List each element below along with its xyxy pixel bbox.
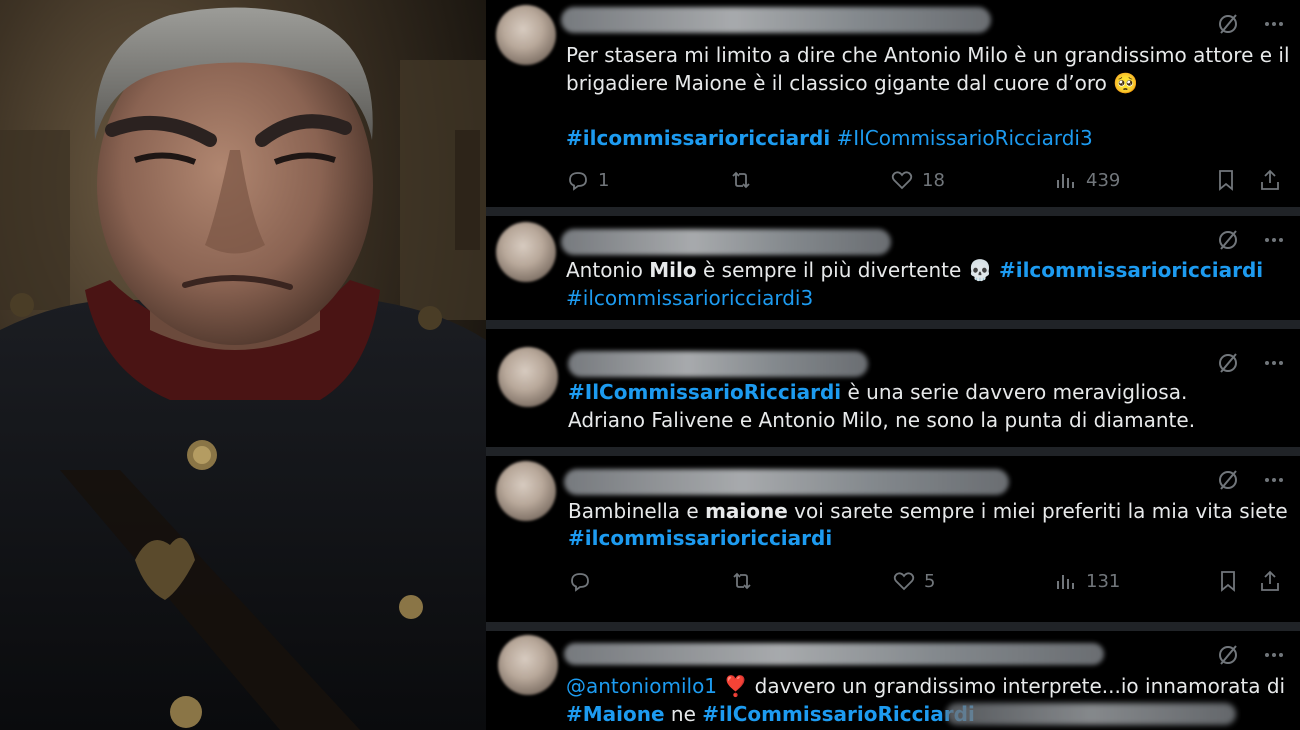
like-icon: [891, 171, 913, 190]
tweet-text-line2: #ilcommissarioricciardi: [568, 525, 832, 552]
tweet-hashtags: #ilcommissarioricciardi #IlCommissarioRi…: [566, 125, 1093, 152]
retweet-icon: [733, 572, 751, 590]
redacted-username: [568, 351, 868, 377]
like-count: 5: [924, 570, 936, 592]
redacted-username: [564, 469, 1009, 495]
views-icon: [1057, 575, 1074, 589]
reply-icon: [571, 573, 589, 592]
like-icon: [893, 572, 915, 591]
tweet-text-line2: Adriano Falivene e Antonio Milo, ne sono…: [568, 408, 1196, 432]
tweet-3[interactable]: #IlCommissarioRicciardi è una serie davv…: [486, 329, 1300, 447]
share-icon: [1261, 570, 1279, 591]
tweet-4[interactable]: Bambinella e maione voi sarete sempre i …: [486, 456, 1300, 622]
hashtag-link[interactable]: #ilCommissarioRicciardi: [702, 702, 975, 726]
retweet-button[interactable]: [729, 168, 753, 192]
share-button[interactable]: [1258, 569, 1282, 593]
actor-photo: [0, 0, 486, 730]
bold-span: Milo: [649, 258, 697, 282]
bookmark-icon: [1221, 571, 1235, 592]
more-icon[interactable]: [1262, 468, 1286, 492]
divider: [486, 447, 1300, 456]
reply-icon: [569, 172, 587, 191]
tweet-menu: [1216, 468, 1286, 492]
more-icon[interactable]: [1262, 351, 1286, 375]
text-span: davvero un grandissimo interprete...io i…: [748, 674, 1286, 698]
bold-span: maione: [705, 499, 788, 523]
grok-slash-icon[interactable]: [1216, 643, 1240, 667]
tweet-actions: 5 131: [564, 569, 1284, 597]
tweet-menu: [1216, 351, 1286, 375]
avatar[interactable]: [496, 5, 556, 65]
text-span: voi sarete sempre i miei preferiti la mi…: [787, 499, 1288, 523]
text-span: è sempre il più divertente 💀: [696, 258, 999, 282]
hashtag-link[interactable]: #IlCommissarioRicciardi3: [837, 126, 1093, 150]
tweet-5[interactable]: @antoniomilo1 ❣️ davvero un grandissimo …: [486, 631, 1300, 730]
redacted-username: [561, 229, 891, 255]
like-count: 18: [922, 169, 945, 191]
reply-button[interactable]: [568, 569, 592, 593]
more-icon[interactable]: [1262, 643, 1286, 667]
hashtag-link[interactable]: #ilcommissarioricciardi: [999, 258, 1263, 282]
actor-portrait-illustration: [0, 0, 486, 730]
heart-emoji: ❣️: [723, 674, 749, 698]
bookmark-button[interactable]: [1214, 168, 1238, 192]
divider: [486, 320, 1300, 329]
tweet-1[interactable]: Per stasera mi limito a dire che Antonio…: [486, 0, 1300, 207]
hashtag-link[interactable]: #ilcommissarioricciardi3: [566, 286, 813, 310]
tweet-menu: [1216, 12, 1286, 36]
text-span: Antonio: [566, 258, 650, 282]
redacted-text: [946, 703, 1236, 725]
grok-slash-icon[interactable]: [1216, 351, 1240, 375]
grok-slash-icon[interactable]: [1216, 228, 1240, 252]
tweet-text-line2: #Maione ne #ilCommissarioRicciardi: [566, 701, 975, 728]
views-button[interactable]: 131: [1054, 569, 1120, 593]
divider: [486, 622, 1300, 631]
share-button[interactable]: [1258, 168, 1282, 192]
tweet-actions: 1 18 439: [564, 168, 1284, 196]
tweet-text-line1: #IlCommissarioRicciardi è una serie davv…: [568, 379, 1187, 406]
tweet-menu: [1216, 643, 1286, 667]
text-span: è una serie davvero meravigliosa.: [841, 380, 1188, 404]
divider: [486, 207, 1300, 216]
reply-count: 1: [598, 169, 610, 191]
more-icon[interactable]: [1262, 228, 1286, 252]
tweet-2[interactable]: Antonio Milo è sempre il più divertente …: [486, 216, 1300, 320]
tweet-text-line1: Bambinella e maione voi sarete sempre i …: [568, 498, 1288, 525]
hashtag-link[interactable]: #ilcommissarioricciardi: [568, 526, 832, 550]
avatar[interactable]: [496, 222, 556, 282]
views-count: 439: [1086, 169, 1121, 191]
redacted-username: [561, 7, 991, 33]
more-icon[interactable]: [1262, 12, 1286, 36]
hashtag-link[interactable]: #IlCommissarioRicciardi: [568, 380, 841, 404]
like-button[interactable]: 18: [890, 168, 945, 192]
views-count: 131: [1086, 570, 1121, 592]
bookmark-button[interactable]: [1216, 569, 1240, 593]
text-span: Bambinella e: [568, 499, 706, 523]
grok-slash-icon[interactable]: [1216, 12, 1240, 36]
hashtag-link[interactable]: #ilcommissarioricciardi: [566, 126, 830, 150]
tweet-text-line1: @antoniomilo1 ❣️ davvero un grandissimo …: [566, 673, 1285, 700]
tweet-text-line1: Per stasera mi limito a dire che Antonio…: [566, 43, 1290, 67]
grok-slash-icon[interactable]: [1216, 468, 1240, 492]
views-icon: [1057, 174, 1074, 188]
redacted-username: [564, 643, 1104, 665]
reply-button[interactable]: 1: [566, 168, 609, 192]
tweet-feed: Per stasera mi limito a dire che Antonio…: [486, 0, 1300, 730]
text-span: ne: [664, 702, 703, 726]
mention-link[interactable]: @antoniomilo1: [566, 674, 717, 698]
hashtag-link[interactable]: #Maione: [566, 702, 665, 726]
tweet-menu: [1216, 228, 1286, 252]
avatar[interactable]: [496, 461, 556, 521]
avatar[interactable]: [498, 635, 558, 695]
avatar[interactable]: [498, 347, 558, 407]
like-button[interactable]: 5: [892, 569, 935, 593]
retweet-icon: [732, 171, 750, 189]
bookmark-icon: [1219, 170, 1233, 191]
tweet-text-line1: Antonio Milo è sempre il più divertente …: [566, 257, 1263, 284]
share-icon: [1261, 169, 1279, 190]
tweet-text-line2: brigadiere Maione è il classico gigante …: [566, 71, 1139, 95]
views-button[interactable]: 439: [1054, 168, 1120, 192]
retweet-button[interactable]: [730, 569, 754, 593]
tweet-text-line2: #ilcommissarioricciardi3: [566, 285, 813, 312]
